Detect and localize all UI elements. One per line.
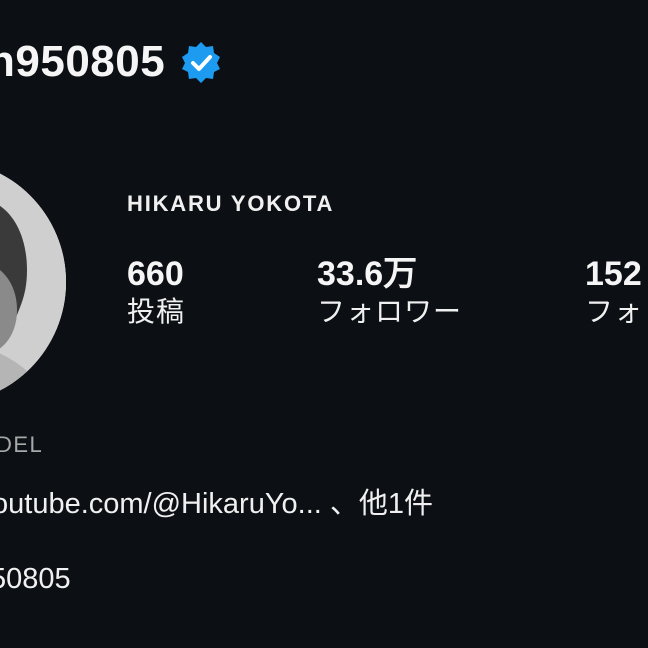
threads-handle[interactable]: 50805 — [0, 563, 71, 596]
following-label: フォ — [585, 296, 644, 327]
followers-count: 33.6万 — [317, 255, 418, 293]
profile-username[interactable]: n950805 — [0, 37, 165, 87]
stat-following[interactable]: 152 フォ — [585, 254, 643, 330]
posts-label: 投稿 — [127, 296, 186, 327]
followers-label: フォロワー — [317, 296, 463, 327]
verified-badge-icon — [179, 40, 223, 84]
following-count: 152 — [585, 255, 642, 293]
posts-count: 660 — [127, 255, 184, 293]
links-text[interactable]: outube.com/@HikaruYo... 、他1件 — [0, 488, 433, 520]
profile-category: DEL — [0, 432, 44, 457]
username-row: n950805 — [0, 34, 223, 90]
stat-posts[interactable]: 660 投稿 — [127, 254, 185, 330]
profile-screen: n950805 HIKARU YOKOTA 660 投稿 33.6万 フォロワー… — [0, 0, 648, 648]
stat-followers[interactable]: 33.6万 フォロワー — [317, 254, 462, 330]
display-name: HIKARU YOKOTA — [127, 191, 335, 216]
profile-links[interactable]: outube.com/@HikaruYo... 、他1件 — [0, 480, 433, 522]
avatar[interactable] — [0, 160, 66, 404]
